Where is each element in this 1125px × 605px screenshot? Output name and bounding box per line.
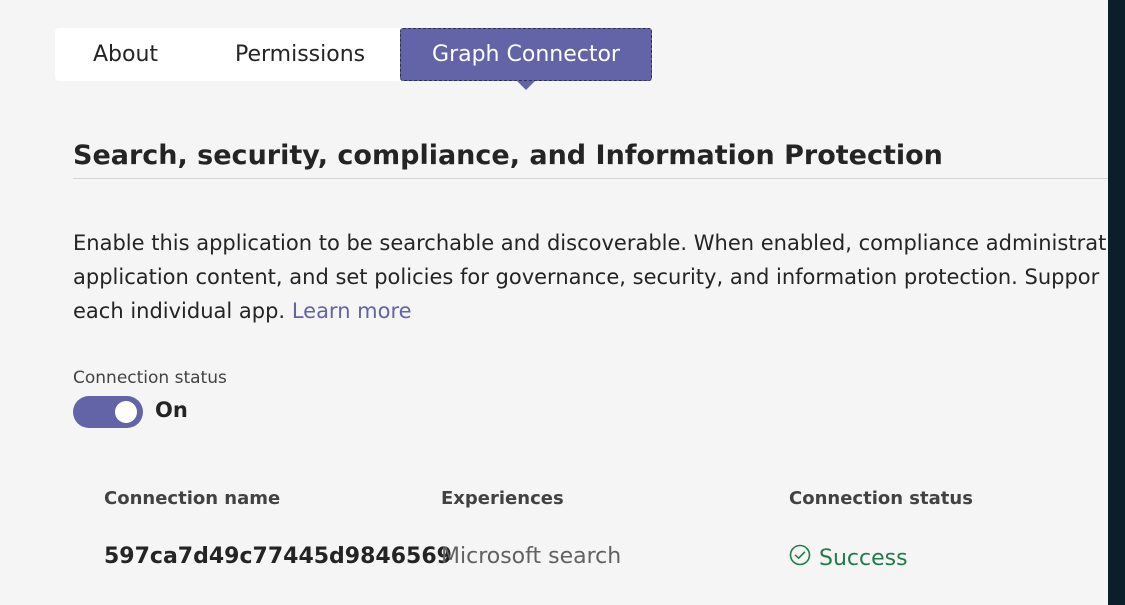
cell-connection-status: Success xyxy=(789,544,908,572)
description-line: application content, and set policies fo… xyxy=(73,265,1100,289)
check-circle-icon xyxy=(789,544,811,572)
connection-status-label: Connection status xyxy=(73,368,227,388)
status-text: Success xyxy=(819,545,908,571)
graph-connector-panel: About Permissions Graph Connector Search… xyxy=(0,0,1108,605)
column-header-experiences: Experiences xyxy=(441,488,564,509)
tab-permissions[interactable]: Permissions xyxy=(235,28,365,81)
selected-tab-caret-icon xyxy=(517,81,535,90)
column-header-connection-name: Connection name xyxy=(104,488,281,509)
toggle-state-text: On xyxy=(155,398,188,422)
section-title: Search, security, compliance, and Inform… xyxy=(73,140,943,171)
section-description: Enable this application to be searchable… xyxy=(73,226,1108,328)
column-header-connection-status: Connection status xyxy=(789,488,973,509)
description-line: each individual app. Learn more xyxy=(73,294,1108,328)
section-divider xyxy=(73,178,1108,179)
description-text: each individual app. xyxy=(73,299,286,323)
cell-experience: Microsoft search xyxy=(441,544,622,569)
learn-more-link[interactable]: Learn more xyxy=(292,299,412,323)
tab-bar: About Permissions Graph Connector xyxy=(55,28,653,81)
connection-status-toggle[interactable] xyxy=(73,396,143,428)
tab-graph-connector[interactable]: Graph Connector xyxy=(400,28,652,81)
tab-about[interactable]: About xyxy=(93,28,158,81)
description-line: Enable this application to be searchable… xyxy=(73,231,1107,255)
toggle-knob xyxy=(115,401,137,423)
cell-connection-name: 597ca7d49c77445d9846569 xyxy=(104,544,452,569)
